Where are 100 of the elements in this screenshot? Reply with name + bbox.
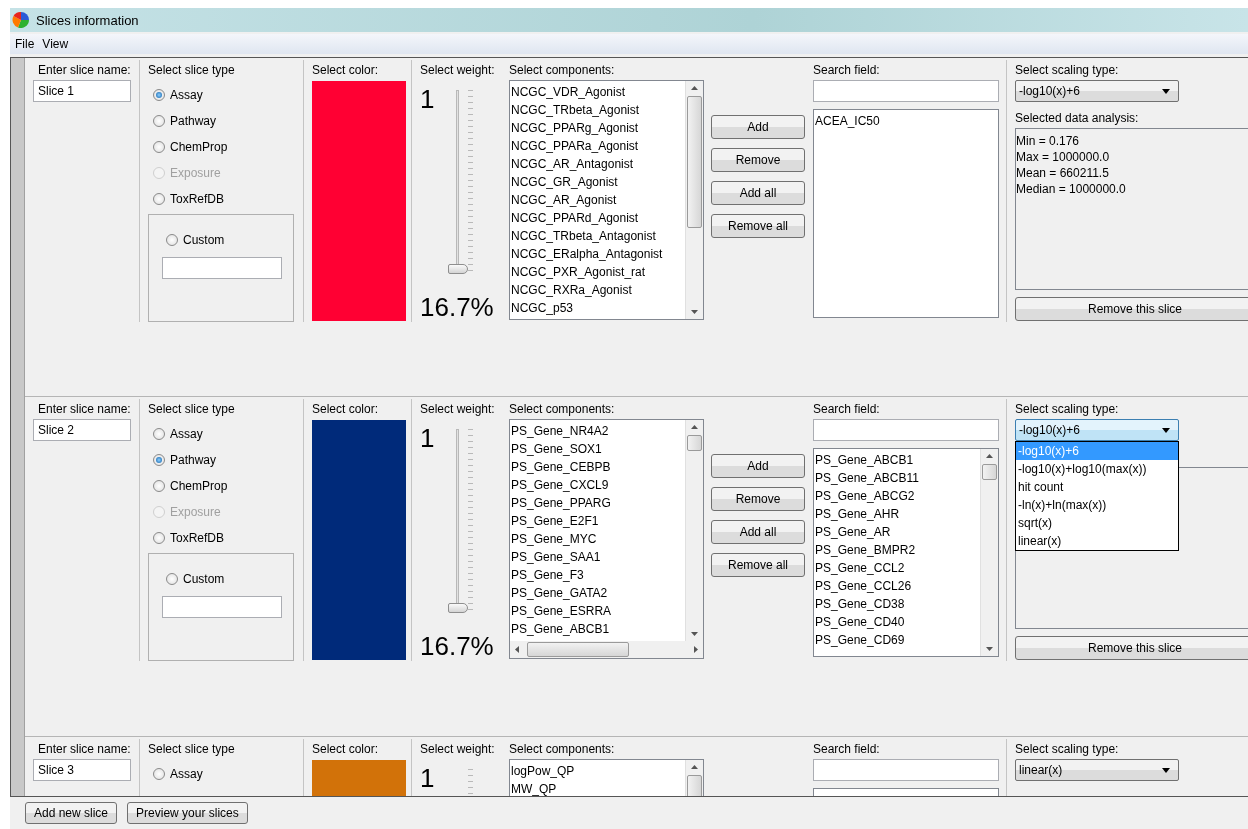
- list-item[interactable]: PS_Gene_CD40: [815, 613, 979, 631]
- list-item[interactable]: PS_Gene_CXCL9: [511, 476, 684, 494]
- list-item[interactable]: PS_Gene_CD69: [815, 631, 979, 649]
- radio-option[interactable]: ChemProp: [153, 134, 303, 160]
- list-action-button[interactable]: Remove all: [711, 553, 805, 577]
- list-item[interactable]: PS_Gene_CCL26: [815, 577, 979, 595]
- slider-thumb[interactable]: [448, 603, 468, 613]
- footer-button[interactable]: Preview your slices: [127, 802, 248, 824]
- list-item[interactable]: NCGC_ERalpha_Antagonist: [511, 245, 684, 263]
- list-action-button[interactable]: Add: [711, 115, 805, 139]
- radio-option[interactable]: Custom: [166, 566, 293, 592]
- color-swatch[interactable]: [312, 420, 406, 660]
- radio-option[interactable]: ChemProp: [153, 473, 303, 499]
- list-item[interactable]: PS_Gene_ABCB1: [511, 620, 684, 638]
- scrollbar-thumb[interactable]: [527, 642, 629, 657]
- footer-button[interactable]: Add new slice: [25, 802, 118, 824]
- list-item[interactable]: PS_Gene_PPARG: [511, 494, 684, 512]
- slice-name-field[interactable]: Slice 1: [33, 80, 131, 102]
- list-item[interactable]: PS_Gene_ESRRA: [511, 602, 684, 620]
- list-action-button[interactable]: Add all: [711, 181, 805, 205]
- list-item[interactable]: NCGC_VDR_Agonist: [511, 83, 684, 101]
- color-swatch[interactable]: [312, 81, 406, 321]
- list-item[interactable]: NCGC_RXRa_Agonist: [511, 281, 684, 299]
- scrollbar-thumb[interactable]: [687, 435, 702, 451]
- scroll-down-icon[interactable]: [691, 630, 698, 637]
- scroll-up-icon[interactable]: [986, 453, 993, 460]
- custom-field[interactable]: [162, 257, 282, 279]
- remove-slice-button[interactable]: Remove this slice: [1015, 636, 1248, 660]
- radio-option[interactable]: ToxRefDB: [153, 525, 303, 551]
- slider[interactable]: [448, 90, 468, 274]
- list-item[interactable]: NCGC_AR_Agonist: [511, 191, 684, 209]
- scroll-up-icon[interactable]: [691, 85, 698, 92]
- dropdown-option[interactable]: sqrt(x): [1016, 514, 1178, 532]
- list-item[interactable]: NCGC_p53: [511, 299, 684, 317]
- dropdown-option[interactable]: linear(x): [1016, 532, 1178, 550]
- list-item[interactable]: PS_Gene_SAA1: [511, 548, 684, 566]
- horizontal-scrollbar[interactable]: [510, 641, 703, 658]
- radio-option[interactable]: Assay: [153, 82, 303, 108]
- list-item[interactable]: NCGC_GR_Agonist: [511, 173, 684, 191]
- scroll-down-icon[interactable]: [986, 645, 993, 652]
- list-item[interactable]: PS_Gene_AHR: [815, 505, 979, 523]
- list-item[interactable]: PS_Gene_AR: [815, 523, 979, 541]
- custom-field[interactable]: [162, 596, 282, 618]
- list-item[interactable]: NCGC_TRbeta_Antagonist: [511, 227, 684, 245]
- scroll-left-icon[interactable]: [514, 646, 521, 653]
- list-item[interactable]: MW_QP: [511, 780, 684, 796]
- scaling-dropdown[interactable]: linear(x): [1015, 759, 1179, 781]
- list-action-button[interactable]: Add all: [711, 520, 805, 544]
- list-item[interactable]: PS_Gene_CD38: [815, 595, 979, 613]
- scaling-dropdown[interactable]: -log10(x)+6: [1015, 80, 1179, 102]
- list-item[interactable]: NCGC_AR_Antagonist: [511, 155, 684, 173]
- list-action-button[interactable]: Remove: [711, 487, 805, 511]
- search-field[interactable]: [813, 80, 999, 102]
- list-item[interactable]: logPow_QP: [511, 762, 684, 780]
- scrollbar-thumb[interactable]: [982, 464, 997, 480]
- dropdown-option[interactable]: -log10(x)+log10(max(x)): [1016, 460, 1178, 478]
- list-item[interactable]: PS_Gene_ABCB1: [815, 451, 979, 469]
- scrollbar-thumb[interactable]: [687, 96, 702, 228]
- list-item[interactable]: PS_Gene_NR4A2: [511, 422, 684, 440]
- radio-option[interactable]: Custom: [166, 227, 293, 253]
- remove-slice-button[interactable]: Remove this slice: [1015, 297, 1248, 321]
- scroll-right-icon[interactable]: [692, 646, 699, 653]
- list-item[interactable]: NCGC_TRbeta_Agonist: [511, 101, 684, 119]
- slider[interactable]: [448, 429, 468, 613]
- list-action-button[interactable]: Add: [711, 454, 805, 478]
- dropdown-option[interactable]: hit count: [1016, 478, 1178, 496]
- list-item[interactable]: PS_Gene_F3: [511, 566, 684, 584]
- vertical-scrollbar[interactable]: [685, 81, 703, 319]
- list-action-button[interactable]: Remove all: [711, 214, 805, 238]
- vertical-scrollbar[interactable]: [685, 420, 703, 641]
- list-item[interactable]: PS_Gene_MYC: [511, 530, 684, 548]
- menu-item[interactable]: View: [42, 37, 69, 51]
- list-item[interactable]: PS_Gene_CCL2: [815, 559, 979, 577]
- list-item[interactable]: PS_Gene_E2F1: [511, 512, 684, 530]
- radio-option[interactable]: ToxRefDB: [153, 186, 303, 212]
- radio-option[interactable]: Pathway: [153, 447, 303, 473]
- list-item[interactable]: NCGC_PPARa_Agonist: [511, 137, 684, 155]
- scroll-up-icon[interactable]: [691, 424, 698, 431]
- list-action-button[interactable]: Remove: [711, 148, 805, 172]
- dropdown-option[interactable]: -ln(x)+ln(max(x)): [1016, 496, 1178, 514]
- list-item[interactable]: NCGC_PPARg_Agonist: [511, 119, 684, 137]
- list-item[interactable]: PS_Gene_ABCB11: [815, 469, 979, 487]
- slice-name-field[interactable]: Slice 2: [33, 419, 131, 441]
- list-item[interactable]: ACEA_IC50: [815, 112, 997, 130]
- radio-option[interactable]: Assay: [153, 421, 303, 447]
- slider-thumb[interactable]: [448, 264, 468, 274]
- scroll-down-icon[interactable]: [691, 308, 698, 315]
- vertical-scrollbar[interactable]: [980, 449, 998, 656]
- slice-name-field[interactable]: Slice 3: [33, 759, 131, 781]
- list-item[interactable]: PS_Gene_SOX1: [511, 440, 684, 458]
- list-item[interactable]: PS_Gene_ABCG2: [815, 487, 979, 505]
- list-item[interactable]: PS_Gene_GATA2: [511, 584, 684, 602]
- list-item[interactable]: PS_Gene_BMPR2: [815, 541, 979, 559]
- scroll-up-icon[interactable]: [691, 764, 698, 771]
- scaling-dropdown[interactable]: -log10(x)+6: [1015, 419, 1179, 441]
- list-item[interactable]: PS_Gene_CEBPB: [511, 458, 684, 476]
- list-item[interactable]: NCGC_PXR_Agonist_rat: [511, 263, 684, 281]
- menu-item[interactable]: File: [15, 37, 35, 51]
- search-field[interactable]: [813, 419, 999, 441]
- search-field[interactable]: [813, 759, 999, 781]
